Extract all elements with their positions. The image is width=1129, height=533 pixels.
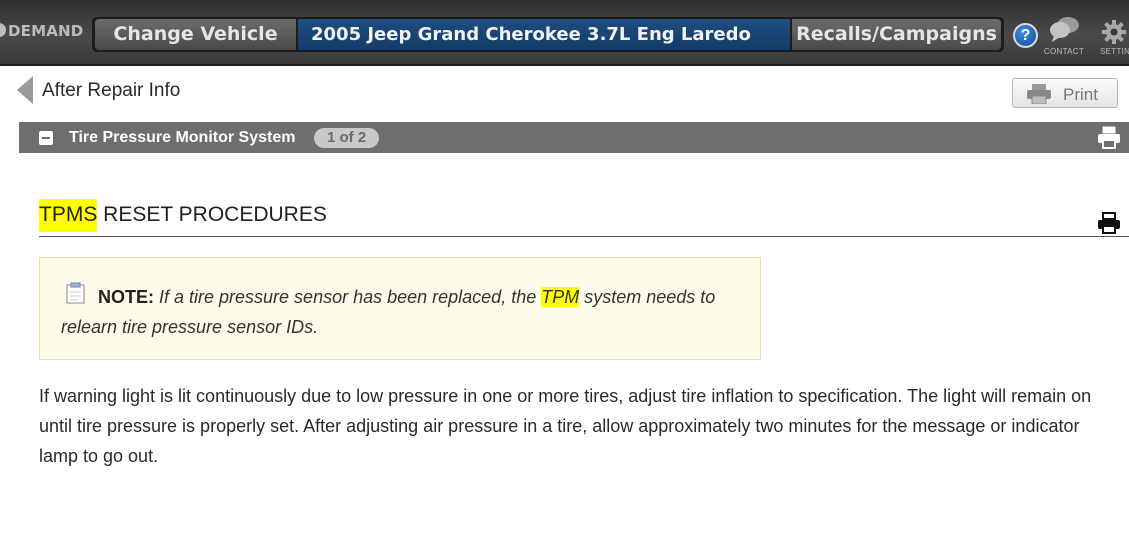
section-header: Tire Pressure Monitor System 1 of 2 (19, 122, 1129, 153)
note-label: NOTE: (98, 287, 154, 307)
print-button[interactable]: Print (1012, 78, 1118, 108)
procedure-body-text: If warning light is lit continuously due… (39, 386, 1092, 466)
note-text: NOTE: If a tire pressure sensor has been… (61, 282, 751, 342)
brand-logo[interactable]: DEMAND (0, 22, 83, 40)
vehicle-name: 2005 Jeep Grand Cherokee 3.7L Eng Laredo (298, 19, 790, 50)
contact-button[interactable]: CONTACT (1042, 16, 1086, 60)
section-print-icon[interactable] (1097, 126, 1121, 150)
help-icon[interactable]: ? (1013, 23, 1038, 48)
procedure-title: TPMS RESET PROCEDURES (39, 198, 1129, 237)
back-link-after-repair-info[interactable]: After Repair Info (42, 80, 180, 102)
recalls-campaigns-button[interactable]: Recalls/Campaigns (792, 19, 1001, 50)
collapse-icon[interactable] (39, 131, 53, 145)
note-text-before: If a tire pressure sensor has been repla… (154, 287, 542, 307)
top-bar: DEMAND Change Vehicle 2005 Jeep Grand Ch… (0, 0, 1129, 66)
procedure-title-text: TPMS RESET PROCEDURES (39, 199, 327, 232)
gear-icon (1102, 20, 1126, 44)
note-highlight: TPM (541, 287, 580, 307)
title-rest: RESET PROCEDURES (97, 203, 327, 226)
printer-icon (1027, 84, 1051, 104)
settings-button[interactable]: SETTIN (1094, 16, 1129, 60)
brand-text: DEMAND (8, 22, 84, 40)
print-label: Print (1063, 85, 1098, 104)
contact-label: CONTACT (1043, 47, 1085, 56)
chat-bubbles-icon (1050, 17, 1079, 42)
back-arrow-icon[interactable] (17, 76, 33, 104)
title-highlight: TPMS (39, 199, 98, 232)
print-icon[interactable] (1097, 212, 1121, 234)
note-box: NOTE: If a tire pressure sensor has been… (39, 257, 761, 360)
section-title: Tire Pressure Monitor System (69, 129, 296, 146)
vehicle-selector-group: Change Vehicle 2005 Jeep Grand Cherokee … (92, 17, 1004, 52)
page-indicator-badge: 1 of 2 (314, 128, 380, 148)
change-vehicle-button[interactable]: Change Vehicle (95, 19, 296, 50)
settings-label: SETTIN (1100, 47, 1129, 56)
